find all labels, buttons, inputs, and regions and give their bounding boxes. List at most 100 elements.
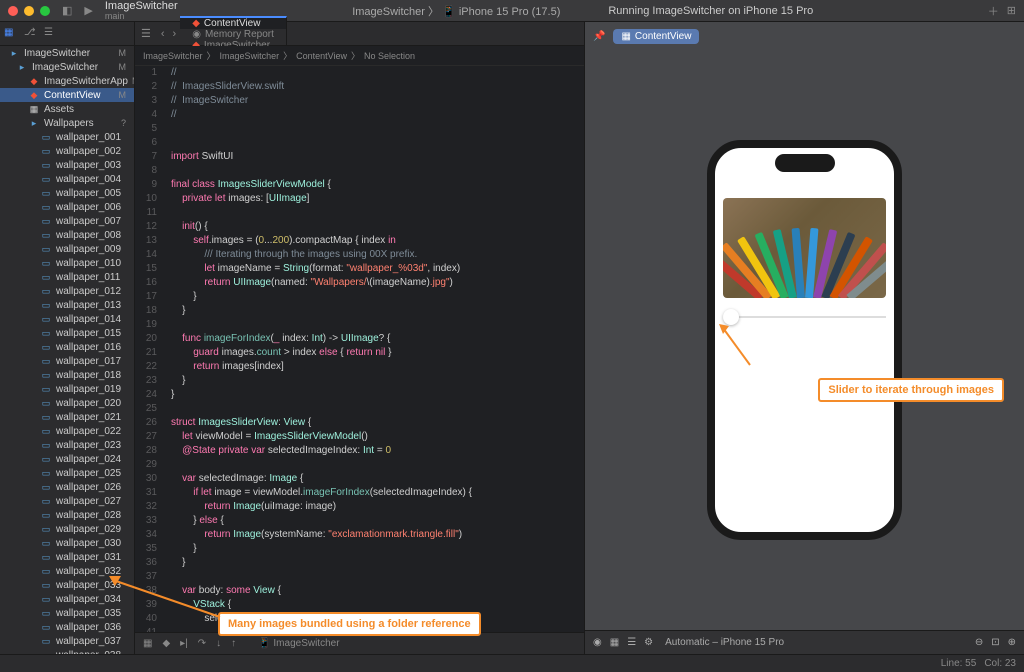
cursor-line: Line: 55 [941, 658, 977, 669]
nav-wallpaper-032[interactable]: ▭wallpaper_032 [0, 564, 134, 578]
line-gutter: 1234567891011121314151617181920212223242… [135, 66, 163, 632]
nav-wallpaper-026[interactable]: ▭wallpaper_026 [0, 480, 134, 494]
nav-wallpaper-005[interactable]: ▭wallpaper_005 [0, 186, 134, 200]
canvas-toolbar: 📌 ▦ ContentView [585, 22, 1024, 50]
live-mode-icon[interactable]: ◉ [593, 637, 602, 648]
preview-canvas: 📌 ▦ ContentView Slider to iterate throug… [584, 22, 1024, 654]
nav-wallpaper-037[interactable]: ▭wallpaper_037 [0, 634, 134, 648]
zoom-out-icon[interactable]: ⊖ [975, 637, 983, 648]
selectable-mode-icon[interactable]: ▦ [610, 637, 619, 648]
variants-icon[interactable]: ☰ [627, 637, 636, 648]
preview-slider[interactable] [723, 316, 886, 318]
nav-wallpaper-025[interactable]: ▭wallpaper_025 [0, 466, 134, 480]
tab-memory-report[interactable]: ◉Memory Report [180, 29, 287, 40]
tab-contentview[interactable]: ◆ContentView [180, 16, 287, 29]
preview-selector[interactable]: ▦ ContentView [613, 29, 699, 44]
nav-wallpaper-038[interactable]: ▭wallpaper_038 [0, 648, 134, 654]
nav-wallpaper-030[interactable]: ▭wallpaper_030 [0, 536, 134, 550]
nav-wallpaper-018[interactable]: ▭wallpaper_018 [0, 368, 134, 382]
cursor-col: Col: 23 [984, 658, 1016, 669]
nav-wallpaper-004[interactable]: ▭wallpaper_004 [0, 172, 134, 186]
branch-name: main [105, 12, 125, 22]
nav-wallpaper-002[interactable]: ▭wallpaper_002 [0, 144, 134, 158]
annotation-slider: Slider to iterate through images [818, 378, 1004, 402]
nav-wallpaper-022[interactable]: ▭wallpaper_022 [0, 424, 134, 438]
nav-item-imageswitcherapp[interactable]: ◆ImageSwitcherAppM [0, 74, 134, 88]
nav-wallpaper-014[interactable]: ▭wallpaper_014 [0, 312, 134, 326]
add-icon[interactable]: ＋ [988, 3, 999, 19]
simulator-preview[interactable] [707, 140, 902, 540]
run-button[interactable]: ▶ [84, 4, 92, 17]
source-editor[interactable]: 1234567891011121314151617181920212223242… [135, 66, 584, 632]
nav-wallpaper-020[interactable]: ▭wallpaper_020 [0, 396, 134, 410]
annotation-folder: Many images bundled using a folder refer… [218, 612, 481, 636]
device-settings-icon[interactable]: ⚙ [644, 637, 653, 648]
nav-item-imageswitcher[interactable]: ▸ImageSwitcherM [0, 60, 134, 74]
nav-wallpaper-027[interactable]: ▭wallpaper_027 [0, 494, 134, 508]
nav-wallpaper-013[interactable]: ▭wallpaper_013 [0, 298, 134, 312]
nav-wallpaper-015[interactable]: ▭wallpaper_015 [0, 326, 134, 340]
nav-wallpaper-036[interactable]: ▭wallpaper_036 [0, 620, 134, 634]
nav-item-assets[interactable]: ▦Assets [0, 102, 134, 116]
nav-wallpaper-021[interactable]: ▭wallpaper_021 [0, 410, 134, 424]
scheme-selector[interactable]: ImageSwitcher main [105, 0, 178, 22]
status-bar: Line: 55 Col: 23 [0, 654, 1024, 672]
breakpoint-icon[interactable]: ◆ [162, 638, 170, 649]
nav-wallpaper-007[interactable]: ▭wallpaper_007 [0, 214, 134, 228]
activity-status: Running ImageSwitcher on iPhone 15 Pro [608, 5, 813, 17]
nav-wallpaper-011[interactable]: ▭wallpaper_011 [0, 270, 134, 284]
nav-wallpaper-016[interactable]: ▭wallpaper_016 [0, 340, 134, 354]
project-nav-icon[interactable]: ▦ [4, 27, 18, 41]
close-window[interactable] [8, 6, 18, 16]
nav-wallpaper-006[interactable]: ▭wallpaper_006 [0, 200, 134, 214]
zoom-fit-icon[interactable]: ⊡ [991, 637, 999, 648]
nav-wallpaper-009[interactable]: ▭wallpaper_009 [0, 242, 134, 256]
nav-wallpaper-034[interactable]: ▭wallpaper_034 [0, 592, 134, 606]
nav-root[interactable]: ▸ImageSwitcherM [0, 46, 134, 60]
project-navigator: ▦ ⎇ ☰ ▸ImageSwitcherM▸ImageSwitcherM◆Ima… [0, 22, 135, 654]
nav-wallpaper-033[interactable]: ▭wallpaper_033 [0, 578, 134, 592]
nav-wallpaper-001[interactable]: ▭wallpaper_001 [0, 130, 134, 144]
nav-wallpaper-024[interactable]: ▭wallpaper_024 [0, 452, 134, 466]
nav-wallpaper-029[interactable]: ▭wallpaper_029 [0, 522, 134, 536]
continue-icon[interactable]: ▸| [180, 638, 188, 649]
library-icon[interactable]: ⊞ [1007, 4, 1016, 17]
titlebar: ◧ ▶ ImageSwitcher main ImageSwitcher 〉 📱… [0, 0, 1024, 22]
step-over-icon[interactable]: ↷ [198, 638, 206, 649]
preview-image [723, 198, 886, 298]
nav-wallpaper-019[interactable]: ▭wallpaper_019 [0, 382, 134, 396]
scheme-target[interactable]: ImageSwitcher 〉 📱 iPhone 15 Pro (17.5) [352, 3, 560, 19]
sidebar-toggle-icon[interactable]: ◧ [62, 4, 72, 17]
jump-bar[interactable]: ImageSwitcher 〉 ImageSwitcher 〉 ContentV… [135, 46, 584, 66]
pin-icon[interactable]: 📌 [593, 31, 605, 42]
nav-item-wallpapers[interactable]: ▸Wallpapers? [0, 116, 134, 130]
step-out-icon[interactable]: ↑ [231, 638, 236, 649]
related-items-icon[interactable]: ☰ [135, 27, 157, 40]
step-in-icon[interactable]: ↓ [216, 638, 221, 649]
nav-wallpaper-028[interactable]: ▭wallpaper_028 [0, 508, 134, 522]
code-content[interactable]: //// ImagesSliderView.swift// ImageSwitc… [163, 66, 584, 632]
tab-bar: ☰ ‹ › ◆ContentView◉Memory Report◆ImageSw… [135, 22, 584, 46]
nav-wallpaper-003[interactable]: ▭wallpaper_003 [0, 158, 134, 172]
nav-wallpaper-012[interactable]: ▭wallpaper_012 [0, 284, 134, 298]
canvas-bottom-bar: ◉ ▦ ☰ ⚙ Automatic – iPhone 15 Pro ⊖ ⊡ ⊕ [585, 630, 1024, 654]
slider-thumb[interactable] [723, 309, 739, 325]
minimize-window[interactable] [24, 6, 34, 16]
nav-wallpaper-031[interactable]: ▭wallpaper_031 [0, 550, 134, 564]
debug-toggle-icon[interactable]: ▦ [143, 638, 152, 649]
nav-wallpaper-010[interactable]: ▭wallpaper_010 [0, 256, 134, 270]
forward-icon[interactable]: › [169, 28, 181, 40]
canvas-device-label[interactable]: Automatic – iPhone 15 Pro [665, 637, 784, 648]
bookmarks-nav-icon[interactable]: ☰ [44, 27, 58, 41]
nav-wallpaper-017[interactable]: ▭wallpaper_017 [0, 354, 134, 368]
back-icon[interactable]: ‹ [157, 28, 169, 40]
nav-wallpaper-035[interactable]: ▭wallpaper_035 [0, 606, 134, 620]
nav-wallpaper-023[interactable]: ▭wallpaper_023 [0, 438, 134, 452]
nav-item-contentview[interactable]: ◆ContentViewM [0, 88, 134, 102]
traffic-lights [8, 6, 50, 16]
zoom-window[interactable] [40, 6, 50, 16]
source-control-nav-icon[interactable]: ⎇ [24, 27, 38, 41]
nav-wallpaper-008[interactable]: ▭wallpaper_008 [0, 228, 134, 242]
editor-area: ☰ ‹ › ◆ContentView◉Memory Report◆ImageSw… [135, 22, 584, 654]
zoom-in-icon[interactable]: ⊕ [1008, 637, 1016, 648]
